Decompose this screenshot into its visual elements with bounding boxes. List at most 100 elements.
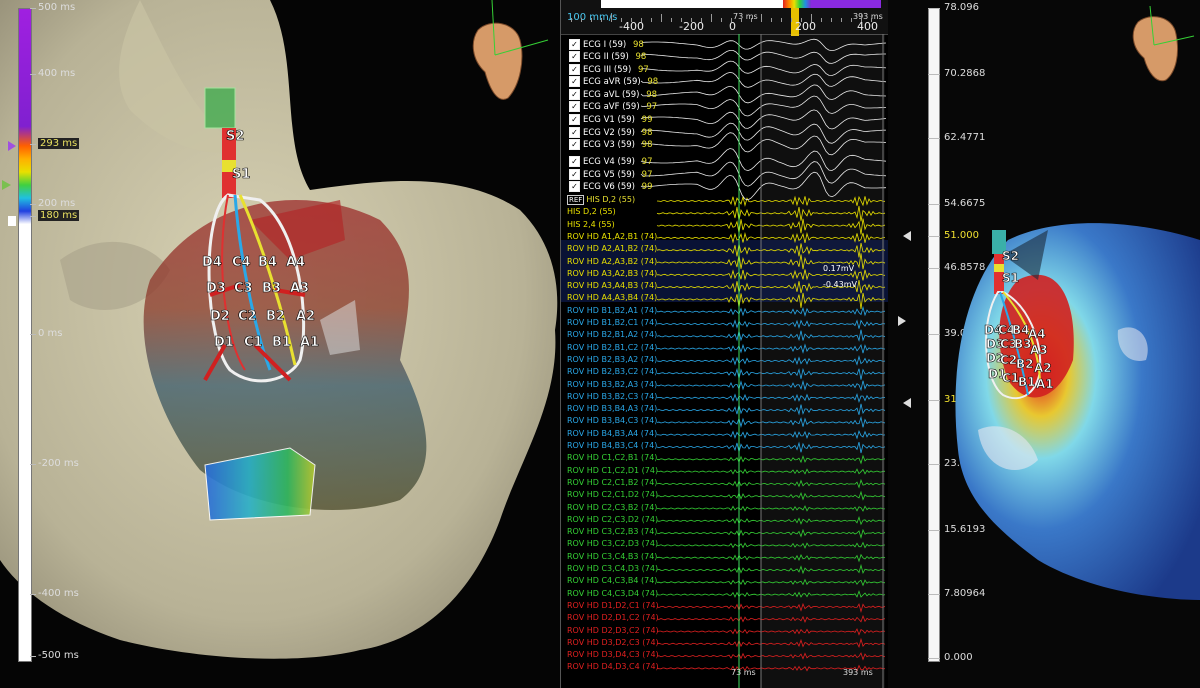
trace-signal [656,392,886,404]
trace-signal [656,614,886,623]
voltage-map-surface [955,223,1200,600]
trace-label[interactable]: ROV HD A2,A1,B2 (74) [567,244,657,253]
electrogram-panel[interactable]: 100 mm/s 73 ms 393 ms -400 -200 0 200 400 ✓ E… [560,0,890,688]
ecg-lead-checkbox[interactable]: ✓ [569,114,580,125]
trace-label[interactable]: ROV HD C3,C4,B3 (74) [567,552,657,561]
ecg-lead-value: 98 [644,77,659,87]
ecg-trace [640,50,886,64]
ref-trace-row[interactable]: REF HIS D,2 (55) [567,195,635,205]
trace-signal [657,541,886,549]
ecg-lead-row[interactable]: ✓ ECG V2 (59) 98 [569,127,653,139]
trace-label[interactable]: ROV HD B2,B1,C2 (74) [567,343,657,352]
electrode-label-s1: S1 [232,167,250,182]
ecg-lead-row[interactable]: ✓ ECG aVR (59) 98 [569,76,658,88]
ecg-lead-name: ECG V1 (59) [583,115,635,125]
lat-color-scale[interactable] [18,8,32,662]
trace-label[interactable]: ROV HD C4,C3,D4 (74) [567,589,658,598]
trace-label[interactable]: ROV HD C3,C2,D3 (74) [567,539,658,548]
trace-label[interactable]: ROV HD C1,C2,D1 (74) [567,466,658,475]
ecg-lead-row[interactable]: ✓ ECG V5 (59) 97 [569,169,653,181]
ecg-lead-row[interactable]: ✓ ECG V6 (59) 99 [569,181,653,193]
left-scale-tick [30,74,36,75]
ecg-lead-checkbox[interactable]: ✓ [569,127,580,138]
ecg-lead-row[interactable]: ✓ ECG I (59) 98 [569,39,644,51]
left-scale-tick [30,334,36,335]
trace-label[interactable]: ROV HD B4,B3,C4 (74) [567,441,657,450]
ecg-lead-checkbox[interactable]: ✓ [569,76,580,87]
ecg-lead-checkbox[interactable]: ✓ [569,169,580,180]
ecg-lead-value: 97 [638,170,653,180]
trace-label[interactable]: ROV HD C2,C1,D2 (74) [567,490,658,499]
trace-label[interactable]: ROV HD A3,A4,B3 (74) [567,281,657,290]
ecg-lead-row[interactable]: ✓ ECG aVF (59) 97 [569,101,657,113]
trace-label[interactable]: ROV HD B3,B4,A3 (74) [567,404,657,413]
ecg-lead-row[interactable]: ✓ ECG aVL (59) 98 [569,89,657,101]
ecg-lead-name: ECG I (59) [583,40,627,50]
ecg-lead-name: ECG V4 (59) [583,157,635,167]
left-scale-tick [30,8,36,9]
left-scale-tick [30,594,36,595]
left-3d-map-panel[interactable]: S2 S1 D4 C4 B4 A4 D3 C3 B3 A3 D2 C2 B2 A2 D1 C1 B1 A1 500… [0,0,560,688]
left-scale-label: 0 ms [38,328,63,339]
ecg-lead-checkbox[interactable]: ✓ [569,101,580,112]
ecg-lead-checkbox[interactable]: ✓ [569,89,580,100]
trace-label[interactable]: ROV HD B2,B3,A2 (74) [567,355,657,364]
trace-label[interactable]: ROV HD B4,B3,A4 (74) [567,429,657,438]
left-map-canvas[interactable]: S2 S1 D4 C4 B4 A4 D3 C3 B3 A3 D2 C2 B2 A2 D1 C1 B1 A1 [0,0,560,688]
lat-marker-arrow[interactable] [2,180,11,190]
trace-label[interactable]: ROV HD C2,C3,B2 (74) [567,503,657,512]
ecg-lead-checkbox[interactable]: ✓ [569,181,580,192]
ecg-lead-checkbox[interactable]: ✓ [569,64,580,75]
ecg-lead-checkbox[interactable]: ✓ [569,39,580,50]
trace-label[interactable]: ROV HD D2,D1,C2 (74) [567,613,659,622]
trace-label[interactable]: ROV HD D4,D3,C4 (74) [567,662,659,671]
orientation-head-icon-right[interactable] [1132,5,1195,82]
trace-label[interactable]: HIS D,2 (55) [567,207,616,216]
trace-label[interactable]: ROV HD D1,D2,C1 (74) [567,601,659,610]
electrode-label-s2: S2 [226,129,244,144]
ecg-lead-row[interactable]: ✓ ECG II (59) 98 [569,51,646,63]
ecg-lead-checkbox[interactable]: ✓ [569,156,580,167]
trace-label[interactable]: ROV HD B3,B2,A3 (74) [567,380,657,389]
trace-label[interactable]: ROV HD A4,A3,B4 (74) [567,293,657,302]
trace-label[interactable]: ROV HD C4,C3,B4 (74) [567,576,657,585]
trace-label[interactable]: HIS 2,4 (55) [567,220,615,229]
trace-label[interactable]: ROV HD B3,B2,C3 (74) [567,392,657,401]
ecg-lead-row[interactable]: ✓ ECG V4 (59) 97 [569,156,653,168]
trace-signal [656,195,886,207]
ecg-lead-checkbox[interactable]: ✓ [569,51,580,62]
ecg-lead-row[interactable]: ✓ ECG V1 (59) 99 [569,114,653,126]
trace-label[interactable]: ROV HD C3,C4,D3 (74) [567,564,658,573]
trace-label[interactable]: ROV HD A1,A2,B1 (74) [567,232,657,241]
trace-label[interactable]: ROV HD B1,B2,C1 (74) [567,318,657,327]
trace-label[interactable]: ROV HD B1,B2,A1 (74) [567,306,657,315]
left-scale-tick [30,144,36,145]
trace-label[interactable]: ROV HD A3,A2,B3 (74) [567,269,657,278]
trace-label[interactable]: ROV HD B2,B3,C2 (74) [567,367,657,376]
trace-label[interactable]: ROV HD C1,C2,B1 (74) [567,453,657,462]
right-map-canvas[interactable]: S2S1D4C4B4A4D3C3B3A3D2C2B2 A2D1C1B1 A1 [888,0,1200,688]
ecg-lead-name: ECG aVL (59) [583,90,640,100]
trace-signal [656,652,886,661]
ecg-lead-value: 98 [632,52,647,62]
trace-label[interactable]: ROV HD C2,C3,D2 (74) [567,515,658,524]
trace-label[interactable]: ROV HD B2,B1,A2 (74) [567,330,657,339]
right-3d-map-panel[interactable]: 78.096 70.2868 62.4771 54.6675 51.000 46.8578… [888,0,1200,688]
trace-label[interactable]: ROV HD D3,D2,C3 (74) [567,638,659,647]
electrode-label-c2: C2 [238,309,257,324]
ref-badge[interactable]: REF [567,195,585,205]
trace-label[interactable]: ROV HD C3,C2,B3 (74) [567,527,657,536]
trace-signal [656,355,886,366]
lat-marker-lower[interactable] [8,216,16,226]
trace-label[interactable]: ROV HD C2,C1,B2 (74) [567,478,657,487]
trace-label[interactable]: ROV HD D3,D4,C3 (74) [567,650,659,659]
ecg-lead-name: ECG III (59) [583,65,632,75]
trace-label[interactable]: ROV HD B3,B4,C3 (74) [567,416,657,425]
lat-marker-upper[interactable] [8,141,16,151]
left-scale-label: 293 ms [38,138,80,149]
ecg-lead-row[interactable]: ✓ ECG V3 (59) 98 [569,139,653,151]
ecg-lead-checkbox[interactable]: ✓ [569,139,580,150]
trace-label[interactable]: ROV HD A2,A3,B2 (74) [567,257,657,266]
trace-label[interactable]: ROV HD D2,D3,C2 (74) [567,626,659,635]
ecg-lead-row[interactable]: ✓ ECG III (59) 97 [569,64,649,76]
